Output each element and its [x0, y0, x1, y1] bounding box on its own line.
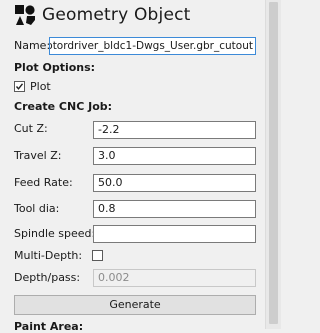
- tool-dia-input[interactable]: 0.8: [93, 200, 256, 218]
- spindle-speed-input[interactable]: [93, 225, 256, 243]
- page-title: Geometry Object: [42, 5, 191, 25]
- name-row: Name:: [14, 39, 50, 52]
- spindle-speed-row: Spindle speed:: [14, 227, 95, 240]
- spindle-speed-label: Spindle speed:: [14, 227, 96, 240]
- travel-z-input[interactable]: 3.0: [93, 147, 256, 165]
- scrollbar-thumb[interactable]: [269, 2, 278, 324]
- tool-dia-label: Tool dia:: [14, 202, 60, 215]
- depth-pass-row: Depth/pass:: [14, 271, 80, 284]
- name-label: Name:: [14, 39, 51, 52]
- cut-z-row: Cut Z:: [14, 122, 48, 135]
- multi-depth-label: Multi-Depth:: [14, 249, 83, 262]
- geometry-icon: [15, 5, 35, 25]
- generate-button[interactable]: Generate: [14, 295, 256, 315]
- depth-pass-label: Depth/pass:: [14, 271, 81, 284]
- geometry-properties-panel: Geometry Object Name: otordriver_bldc1-D…: [0, 0, 265, 333]
- multi-depth-checkbox[interactable]: [92, 250, 104, 261]
- plot-options-heading: Plot Options:: [14, 61, 96, 74]
- travel-z-label: Travel Z:: [14, 149, 62, 162]
- depth-pass-input[interactable]: 0.002: [93, 269, 256, 287]
- panel-header: Geometry Object: [14, 2, 191, 28]
- plot-checkbox-row[interactable]: Plot: [14, 80, 51, 93]
- plot-checkbox[interactable]: [14, 81, 25, 92]
- cut-z-input[interactable]: -2.2: [93, 121, 256, 139]
- vertical-scrollbar[interactable]: [265, 0, 281, 329]
- create-cnc-job-heading: Create CNC Job:: [14, 100, 113, 113]
- paint-area-heading: Paint Area:: [14, 320, 84, 333]
- tool-dia-row: Tool dia:: [14, 202, 59, 215]
- name-input[interactable]: otordriver_bldc1-Dwgs_User.gbr_cutout: [49, 37, 256, 55]
- feed-rate-row: Feed Rate:: [14, 176, 73, 189]
- feed-rate-label: Feed Rate:: [14, 176, 73, 189]
- check-icon: [15, 83, 24, 90]
- cut-z-label: Cut Z:: [14, 122, 48, 135]
- feed-rate-input[interactable]: 50.0: [93, 174, 256, 192]
- plot-checkbox-label: Plot: [30, 80, 51, 93]
- name-input-value: otordriver_bldc1-Dwgs_User.gbr_cutout: [49, 40, 253, 52]
- multi-depth-row: Multi-Depth:: [14, 249, 104, 262]
- travel-z-row: Travel Z:: [14, 149, 61, 162]
